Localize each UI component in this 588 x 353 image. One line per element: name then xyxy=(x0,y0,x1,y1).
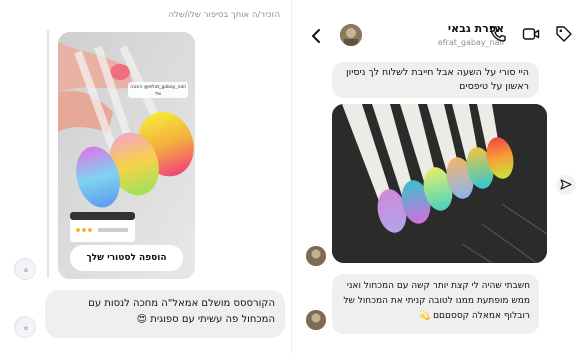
contact-avatar-small xyxy=(306,246,326,266)
share-button[interactable] xyxy=(556,175,576,195)
received-photo[interactable] xyxy=(332,104,547,263)
contact-photo xyxy=(306,310,326,330)
video-call-icon[interactable] xyxy=(522,25,540,43)
conversation-panel: אפרת גבאי efrat_gabay_nail היי סורי על ה… xyxy=(292,0,588,353)
reply-thread-line xyxy=(47,30,49,278)
received-message-bubble: חשבתי שהיה לי קצת יותר קשה עם המכחול ואנ… xyxy=(332,274,539,334)
sender-avatar: ✿ xyxy=(14,316,36,338)
send-icon xyxy=(560,179,572,190)
story-preview-card[interactable]: efrat_gabay_nail@ הזמנה שלי הוספה לסטורי… xyxy=(58,32,195,279)
tag-icon[interactable] xyxy=(555,25,573,43)
story-sticker-text: efrat_gabay_nail@ הזמנה שלי xyxy=(130,85,186,97)
nail-logo-icon: ✿ xyxy=(16,260,35,279)
add-to-story-button[interactable]: הוספה לסטורי שלך xyxy=(70,245,183,271)
nail-logo-icon: ✿ xyxy=(16,318,35,337)
back-arrow-icon[interactable] xyxy=(308,27,326,45)
contact-photo xyxy=(306,246,326,266)
story-nail-photo xyxy=(58,32,195,279)
svg-text:✿: ✿ xyxy=(24,268,28,274)
left-panel: הזכיר/ה אותך בסיפור שלו/שלה efrat_gabay_… xyxy=(0,0,290,353)
story-mention-label: הזכיר/ה אותך בסיפור שלו/שלה xyxy=(168,10,280,20)
contact-avatar[interactable] xyxy=(340,24,362,46)
contact-photo xyxy=(340,24,362,46)
contact-avatar-small xyxy=(306,310,326,330)
received-message-bubble: היי סורי על השעה אבל חייבת לשלוח לך ניסי… xyxy=(332,62,539,98)
conversation-header: אפרת גבאי efrat_gabay_nail xyxy=(292,0,588,50)
nail-tips-photo xyxy=(332,104,547,263)
sent-message-bubble: הקורססס מושלם אמאל"ה מחכה לנסות עם המכחו… xyxy=(45,290,285,338)
sender-avatar: ✿ xyxy=(14,258,36,280)
svg-text:✿: ✿ xyxy=(24,326,28,332)
phone-icon[interactable] xyxy=(489,25,507,43)
